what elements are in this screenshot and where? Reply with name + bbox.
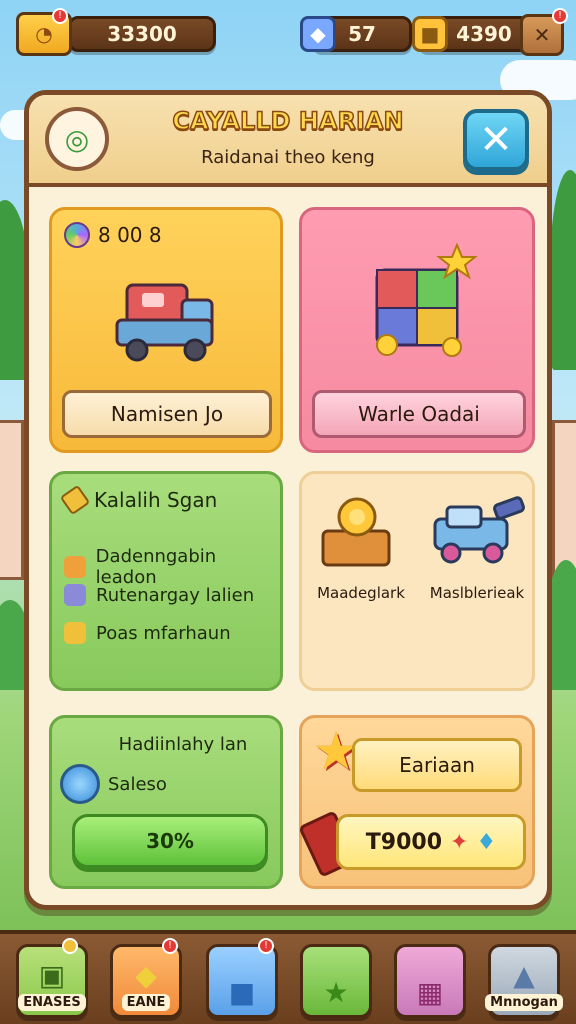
nav-cube-button[interactable]: ■ xyxy=(206,944,278,1018)
box-offer-card[interactable]: Warle Oadai xyxy=(299,207,535,453)
wrench-icon xyxy=(64,556,86,578)
nav-book-label: ENASES xyxy=(18,994,86,1011)
bottom-navigation: ▣ ENASES ◆ EANE ! ■ ! ★ ▦ ▲ Mnnogan xyxy=(0,930,576,1024)
quest-item-label: Dadenngabin leadon xyxy=(95,546,217,588)
coin-counter: 33300 xyxy=(68,16,216,52)
nav-star-button[interactable]: ★ xyxy=(300,944,372,1018)
progress-title: Hadiinlahy lan xyxy=(118,734,248,755)
item-left-label: Maadeglark xyxy=(317,584,405,602)
dial-icon: ◔ xyxy=(35,22,53,46)
target-badge-icon: ◎ xyxy=(45,107,109,171)
truck-offer-label[interactable]: Namisen Jo xyxy=(62,390,272,438)
quest-item[interactable]: Dadenngabin leadon xyxy=(64,546,280,588)
nav-gift-button[interactable]: ▦ xyxy=(394,944,466,1018)
quest-item[interactable]: Rutenargay lalien xyxy=(64,584,254,606)
nav-crystal-label: Mnnogan xyxy=(485,994,563,1011)
gem-cost-value: 8 00 8 xyxy=(98,223,162,247)
notification-dot: ! xyxy=(52,8,68,24)
reward-card: ★ Eariaan T9000 ✦ ♦ xyxy=(298,715,535,889)
reward-label-text: Eariaan xyxy=(399,753,475,777)
progress-value: 30% xyxy=(146,829,194,853)
puzzle-box-icon xyxy=(342,230,492,370)
reward-price: T9000 xyxy=(365,829,443,855)
cube-count: 4390 xyxy=(456,22,512,46)
panel-header: ◎ CAYALLD HARIAN Raidanai theo keng ✕ xyxy=(29,95,547,187)
item-right-label: Maslblerieak xyxy=(429,584,525,602)
reward-price-button[interactable]: T9000 ✦ ♦ xyxy=(336,814,526,870)
coin-count: 33300 xyxy=(107,22,177,46)
notification-dot: ! xyxy=(552,8,568,24)
notification-dot xyxy=(62,938,78,954)
truck-offer-card[interactable]: 8 00 8 Namisen Jo xyxy=(49,207,283,453)
gem-orb-icon xyxy=(64,222,90,248)
nav-box-label: EANE xyxy=(121,994,171,1011)
pencil-icon xyxy=(59,484,91,516)
globe-icon xyxy=(60,764,100,804)
progress-subtitle: Saleso xyxy=(108,773,167,795)
cube-icon: ■ xyxy=(412,16,448,52)
toy-truck-icon[interactable] xyxy=(422,488,532,574)
house xyxy=(0,420,24,580)
progress-row: Saleso xyxy=(60,764,167,804)
top-bar: 33300 ◔ ! 57 ◆ 4390 ■ ✕ ! xyxy=(12,8,568,58)
quest-item[interactable]: Poas mfarhaun xyxy=(64,622,231,644)
close-button[interactable]: ✕ xyxy=(463,109,529,171)
cube-icon: ■ xyxy=(228,976,256,1009)
crystal-icon: ▲ xyxy=(513,959,535,992)
quest-title: Kalalih Sgan xyxy=(94,488,218,512)
quest-item-label: Rutenargay lalien xyxy=(96,584,255,606)
quest-card: Kalalih Sgan Dadenngabin leadon Rutenarg… xyxy=(49,471,283,691)
notification-dot: ! xyxy=(258,938,274,954)
box-icon: ◆ xyxy=(135,959,157,992)
progress-card: Hadiinlahy lan Saleso 30% xyxy=(49,715,283,889)
tool-icon xyxy=(64,584,86,606)
tree xyxy=(550,170,576,370)
panel-subtitle: Raidanai theo keng xyxy=(201,147,375,168)
gem-cost: 8 00 8 xyxy=(64,222,162,248)
sparkle-icon: ✦ xyxy=(450,829,469,855)
progress-button[interactable]: 30% xyxy=(72,814,268,868)
pencil-icon xyxy=(64,622,86,644)
box-offer-text: Warle Oadai xyxy=(358,402,480,426)
close-icon: ✕ xyxy=(479,117,513,163)
house xyxy=(552,420,576,580)
gem-icon: ◆ xyxy=(300,16,336,52)
nav-box-button[interactable]: ◆ EANE xyxy=(110,944,182,1018)
star-icon: ★ xyxy=(323,976,349,1009)
panel-title: CAYALLD HARIAN xyxy=(172,106,405,136)
nav-crystal-button[interactable]: ▲ Mnnogan xyxy=(485,944,563,1018)
daily-challenge-panel: ◎ CAYALLD HARIAN Raidanai theo keng ✕ 8 … xyxy=(24,90,552,910)
gem-icon: ♦ xyxy=(476,829,497,855)
nav-book-button[interactable]: ▣ ENASES xyxy=(16,944,88,1018)
truck-icon xyxy=(102,260,232,370)
items-card: Maadeglark Maslblerieak xyxy=(299,471,535,691)
book-icon: ▣ xyxy=(38,959,66,992)
reward-label: Eariaan xyxy=(352,738,522,792)
treasure-chest-icon[interactable] xyxy=(306,488,406,574)
box-offer-label[interactable]: Warle Oadai xyxy=(312,390,526,438)
gem-count: 57 xyxy=(348,22,376,46)
gift-icon: ▦ xyxy=(416,976,444,1009)
quest-header: Kalalih Sgan xyxy=(59,484,218,516)
truck-offer-text: Namisen Jo xyxy=(110,402,224,426)
notification-dot: ! xyxy=(162,938,178,954)
quest-item-label: Poas mfarhaun xyxy=(96,622,231,644)
